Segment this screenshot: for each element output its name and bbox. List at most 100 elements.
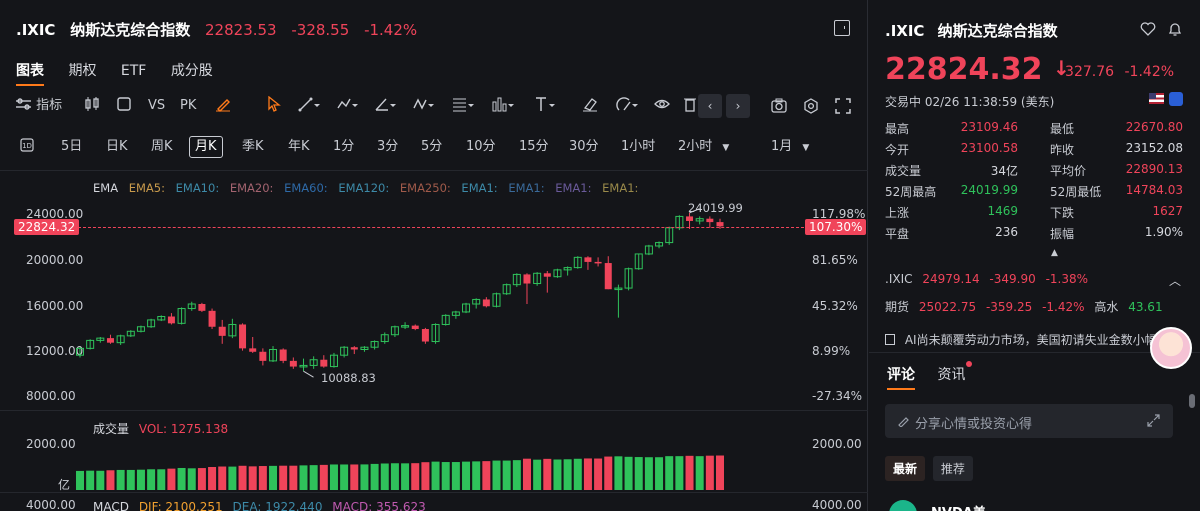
expand-icon[interactable] — [1147, 414, 1160, 431]
futures-label: 期货 — [885, 300, 910, 314]
quote-change-value: -327.76 — [1060, 64, 1115, 80]
high-annotation: 24019.99 — [688, 201, 743, 215]
candle — [492, 292, 501, 308]
candle — [299, 358, 308, 372]
news-icon — [885, 334, 895, 345]
macd-value: MACD: 355.623 — [332, 500, 426, 511]
volume-bar — [360, 464, 369, 490]
scrollbar[interactable] — [1189, 394, 1195, 408]
stat-value: 22670.80 — [1125, 120, 1183, 134]
chevron-up-icon[interactable]: ▲ — [1051, 248, 1058, 258]
current-price-tag: 22824.32 — [14, 219, 80, 235]
volume-bar — [238, 465, 247, 490]
volume-bar — [126, 469, 135, 490]
tab-comments[interactable]: 评论 — [887, 364, 915, 390]
macd-tick-right: 4000.00 — [812, 498, 862, 511]
volume-bar — [472, 461, 481, 490]
comment-input[interactable]: 分享心情或投资心得 — [885, 404, 1173, 438]
volume-bar — [553, 459, 562, 490]
premium-label: 高水 — [1094, 300, 1119, 314]
bell-icon[interactable] — [1167, 21, 1183, 41]
candle — [249, 336, 257, 353]
index-row: .IXIC 24979.14 -349.90 -1.38% — [885, 272, 1088, 286]
candle — [411, 324, 419, 331]
candle — [644, 244, 653, 256]
candle — [259, 348, 267, 366]
candle — [614, 284, 623, 318]
low-leader — [303, 370, 314, 378]
volume-bar — [482, 461, 491, 490]
macd-title: MACD — [93, 500, 129, 511]
volume-bar — [431, 461, 440, 490]
news-ticker[interactable]: AI尚未颠覆劳动力市场，美国初请失业金数小幅升 — [885, 331, 1155, 348]
candle — [563, 266, 572, 276]
candle — [604, 256, 612, 290]
volume-bar — [136, 469, 145, 490]
candle — [228, 318, 237, 339]
volume-bar — [705, 455, 714, 490]
volume-bar — [502, 460, 511, 490]
candle — [695, 216, 704, 225]
quote-change: -327.76 -1.42% — [1060, 64, 1174, 80]
candle — [86, 339, 95, 350]
filter-latest[interactable]: 最新 — [885, 456, 926, 481]
candle — [360, 346, 369, 352]
filter-recommended[interactable]: 推荐 — [932, 456, 973, 481]
post-username[interactable]: NVDA美 — [931, 502, 986, 511]
candle — [279, 348, 287, 364]
volume-bar — [614, 456, 623, 490]
heart-icon[interactable] — [1140, 21, 1156, 40]
volume-bar — [329, 464, 338, 490]
futures-row: 期货 25022.75 -359.25 -1.42% 高水 43.61 — [885, 298, 1163, 315]
tab-news[interactable]: 资讯 — [937, 364, 965, 384]
volume-bar — [390, 463, 399, 490]
candle — [177, 307, 186, 325]
candle — [431, 323, 440, 344]
candle — [157, 315, 166, 322]
volume-bar — [451, 462, 460, 490]
stat-label: 今开 — [885, 143, 910, 157]
volume-bar — [594, 458, 603, 490]
chevron-up-icon[interactable]: ︿ — [1169, 272, 1181, 289]
candle — [289, 357, 297, 369]
avatar[interactable] — [889, 500, 917, 511]
index-row-symbol: .IXIC — [885, 272, 913, 286]
candle — [147, 318, 156, 328]
candle — [655, 241, 664, 249]
volume-bar — [604, 456, 613, 490]
volume-bar — [512, 460, 521, 490]
candle — [218, 319, 226, 344]
volume-bar — [695, 456, 704, 490]
quote-symbol: .IXIC — [885, 22, 925, 40]
candle — [106, 334, 114, 344]
volume-bar — [716, 455, 724, 490]
quote-name: 纳斯达克综合指数 — [937, 22, 1058, 40]
stat-value: 23100.58 — [960, 141, 1018, 155]
futures-change: -359.25 — [985, 300, 1033, 314]
candle — [665, 226, 674, 245]
stat-label: 最高 — [885, 122, 910, 136]
volume-bar — [319, 464, 328, 490]
notification-dot — [966, 361, 972, 367]
us-flag-icon — [1149, 93, 1164, 104]
comment-tabs: 评论 资讯 — [887, 364, 983, 390]
candle — [502, 283, 511, 295]
volume-bar — [533, 459, 542, 490]
candle — [187, 301, 196, 311]
market-icon[interactable] — [1169, 92, 1183, 106]
candle — [512, 273, 521, 287]
stat-value: 34亿 — [990, 164, 1018, 178]
macd-tick-left: 4000.00 — [26, 498, 76, 511]
volume-bar — [309, 465, 318, 490]
stat-label: 成交量 — [885, 164, 922, 178]
candle — [350, 346, 358, 355]
volume-bar — [76, 470, 84, 490]
candle — [76, 347, 84, 358]
macd-dea: DEA: 1922.440 — [232, 500, 323, 511]
candle — [462, 302, 471, 314]
candle — [594, 257, 602, 267]
trading-status: 交易中 02/26 11:38:59 (美东) — [885, 95, 1055, 109]
stat-value: 1627 — [1152, 204, 1183, 218]
assistant-avatar-icon[interactable] — [1150, 327, 1192, 369]
stat-value: 22890.13 — [1125, 162, 1183, 176]
